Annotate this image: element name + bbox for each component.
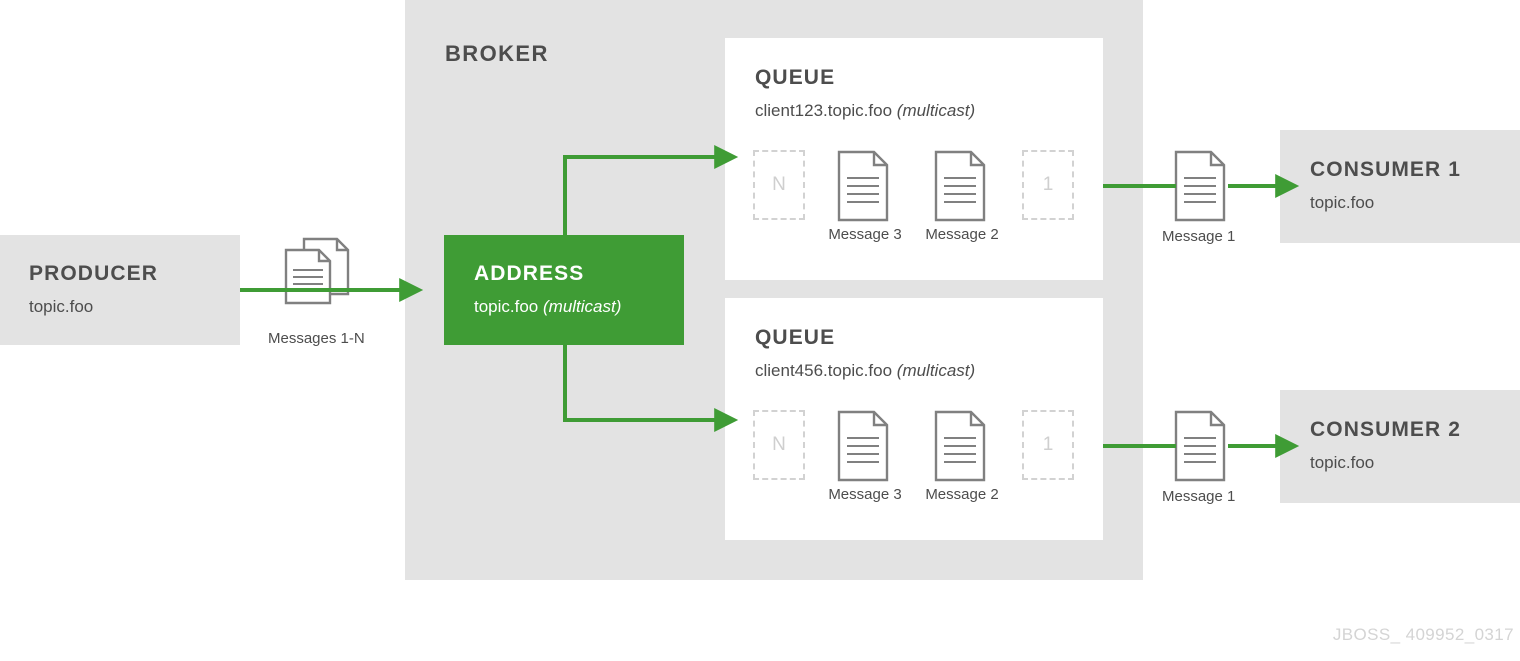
consumer-1-delivered-message-icon [1172, 150, 1232, 222]
queue-2-slot-message-2: Message 2 [925, 410, 999, 503]
message-caption: Message 3 [828, 486, 902, 503]
producer-messages-icon [282, 236, 358, 306]
consumer-2-message-caption: Message 1 [1162, 488, 1236, 505]
message-icon [837, 150, 889, 222]
message-icon [934, 410, 986, 482]
queue-2-slot-placeholder-1: 1 [1018, 410, 1078, 482]
consumer-subtitle-2: topic.foo [1310, 453, 1375, 472]
queue-routing-type-2: (multicast) [896, 361, 976, 380]
producer-subtitle: topic.foo [29, 297, 94, 316]
message-icon [837, 410, 889, 482]
queue-2-slot-message-3: Message 3 [828, 410, 902, 503]
producer-messages-caption: Messages 1-N [268, 330, 365, 347]
consumer-title-1: CONSUMER 1 [1310, 158, 1462, 181]
consumer-box-2 [1280, 390, 1520, 503]
producer-box [0, 235, 240, 345]
address-title: ADDRESS [474, 262, 585, 285]
message-caption: Message 2 [925, 226, 999, 243]
diagram-canvas: BROKER PRODUCER topic.foo Messages 1-N A… [0, 0, 1520, 661]
address-subtitle: topic.foo (multicast) [474, 297, 621, 317]
broker-label: BROKER [445, 41, 549, 66]
consumer-box-1 [1280, 130, 1520, 243]
queue-routing-type-1: (multicast) [896, 101, 976, 120]
placeholder-box: N [753, 410, 805, 480]
queue-title-2: QUEUE [755, 326, 836, 349]
producer-title: PRODUCER [29, 262, 158, 285]
queue-1-slot-placeholder-n: N [749, 150, 809, 222]
queue-subtitle-1: client123.topic.foo (multicast) [755, 101, 975, 121]
queue-subtitle-2: client456.topic.foo (multicast) [755, 361, 975, 381]
queue-name-1: client123.topic.foo [755, 101, 893, 120]
address-box [444, 235, 684, 345]
placeholder-box: 1 [1022, 150, 1074, 220]
watermark: JBOSS_ 409952_0317 [1332, 625, 1514, 644]
consumer-title-2: CONSUMER 2 [1310, 418, 1462, 441]
queue-1-slot-placeholder-1: 1 [1018, 150, 1078, 222]
consumer-2-delivered-message-icon [1172, 410, 1232, 482]
address-routing-type: (multicast) [543, 297, 622, 316]
address-name: topic.foo [474, 297, 539, 316]
consumer-1-message-caption: Message 1 [1162, 228, 1236, 245]
message-icon [934, 150, 986, 222]
message-caption: Message 2 [925, 486, 999, 503]
queue-title-1: QUEUE [755, 66, 836, 89]
queue-name-2: client456.topic.foo [755, 361, 893, 380]
message-caption: Message 3 [828, 226, 902, 243]
queue-1-slot-message-2: Message 2 [925, 150, 999, 243]
consumer-subtitle-1: topic.foo [1310, 193, 1375, 212]
placeholder-box: 1 [1022, 410, 1074, 480]
placeholder-box: N [753, 150, 805, 220]
queue-2-slot-placeholder-n: N [749, 410, 809, 482]
queue-1-slot-message-3: Message 3 [828, 150, 902, 243]
